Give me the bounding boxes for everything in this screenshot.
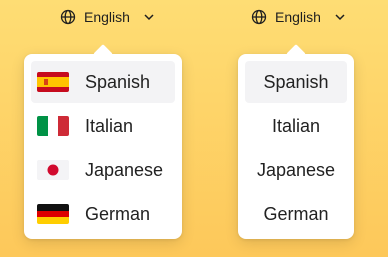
menu-item-label: Italian <box>271 115 321 136</box>
menu-item-label: Spanish <box>85 71 151 92</box>
menu-item-spanish[interactable]: Spanish <box>31 61 175 103</box>
menu-item-label: Spanish <box>263 71 329 92</box>
globe-icon <box>60 9 76 25</box>
menu-item-japanese[interactable]: Japanese <box>245 149 347 191</box>
chevron-down-icon <box>335 13 345 21</box>
italy-flag-icon <box>37 116 69 136</box>
menu-item-italian[interactable]: Italian <box>245 105 347 147</box>
menu-item-spanish[interactable]: Spanish <box>245 61 347 103</box>
menu-item-label: German <box>85 203 151 224</box>
selector-label: English <box>84 9 130 25</box>
menu-item-label: Italian <box>85 115 134 136</box>
language-menu-with-flags: Spanish Italian Japanese German <box>24 54 182 239</box>
language-selector-right[interactable]: English <box>251 9 345 25</box>
menu-item-label: Japanese <box>256 159 336 180</box>
selector-label: English <box>275 9 321 25</box>
menu-item-italian[interactable]: Italian <box>31 105 175 147</box>
germany-flag-icon <box>37 204 69 224</box>
globe-icon <box>251 9 267 25</box>
menu-item-label: German <box>263 203 329 224</box>
japan-flag-icon <box>37 160 69 180</box>
spain-flag-icon <box>37 72 69 92</box>
chevron-down-icon <box>144 13 154 21</box>
language-menu-text-only: Spanish Italian Japanese German <box>238 54 354 239</box>
menu-item-german[interactable]: German <box>245 193 347 235</box>
menu-item-japanese[interactable]: Japanese <box>31 149 175 191</box>
menu-item-label: Japanese <box>85 159 164 180</box>
menu-item-german[interactable]: German <box>31 193 175 235</box>
language-selector-left[interactable]: English <box>60 9 154 25</box>
